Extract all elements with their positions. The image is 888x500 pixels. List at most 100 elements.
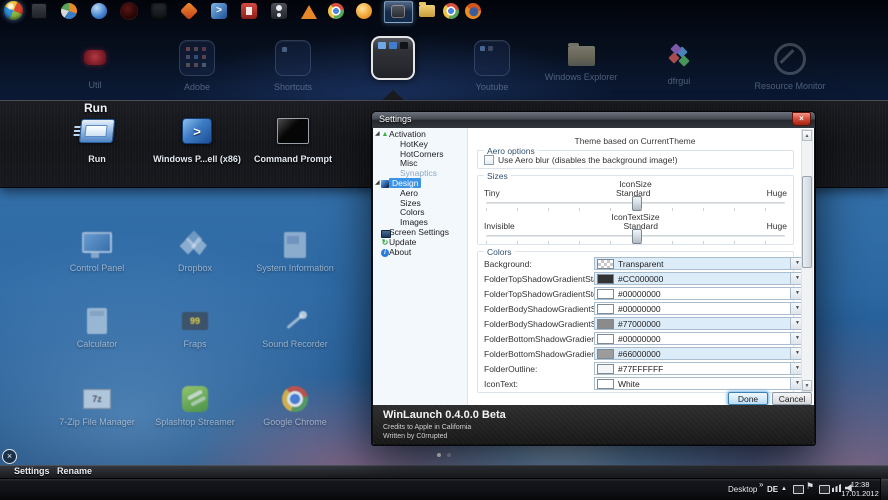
folder-top-shadow-start-combobox[interactable]: #CC000000 ▼ <box>594 272 806 285</box>
tray-device-icon[interactable] <box>819 485 830 494</box>
folder-body-shadow-start-combobox[interactable]: #00000000 ▼ <box>594 302 806 315</box>
activation-icon: ▲ <box>381 131 389 138</box>
taskbar-icon-vlc[interactable] <box>301 5 317 19</box>
page-dot-active[interactable] <box>437 453 441 457</box>
author-line: Written by C0rrupted <box>383 433 448 440</box>
expander-icon[interactable]: ◢ <box>375 179 380 189</box>
folder-resource-monitor[interactable]: Resource Monitor <box>745 40 835 91</box>
folder-dfrgui[interactable]: dfrgui <box>634 40 724 86</box>
desktop-icon-7zip[interactable]: 7z 7-Zip File Manager <box>41 376 153 427</box>
taskbar-clock[interactable]: 12:38 17.01.2012 <box>838 480 882 498</box>
scroll-up-button[interactable]: ▲ <box>802 130 812 141</box>
folder-adobe[interactable]: Adobe <box>152 40 242 92</box>
tree-item-label: Aero <box>400 187 418 198</box>
launchpad-close-button[interactable]: × <box>2 449 17 464</box>
folder-label: Resource Monitor <box>754 81 826 91</box>
taskbar-icon-photoshop[interactable] <box>121 3 137 19</box>
color-swatch <box>597 288 614 299</box>
cancel-button[interactable]: Cancel <box>772 392 812 405</box>
scrollbar-thumb[interactable] <box>802 176 812 268</box>
folder-outline-combobox[interactable]: #77FFFFFF ▼ <box>594 362 806 375</box>
taskbar-icon-media-player[interactable] <box>61 3 77 19</box>
folder-run-selected[interactable] <box>348 36 438 80</box>
show-desktop-button[interactable] <box>880 478 888 500</box>
icon-size-slider[interactable] <box>486 196 785 211</box>
desktop-icon-splashtop[interactable]: Splashtop Streamer <box>139 376 251 427</box>
taskbar-icon-person-app[interactable] <box>271 3 287 19</box>
color-row-label: FolderTopShadowGradientStart: <box>484 274 606 284</box>
folder-bottom-shadow-start-combobox[interactable]: #00000000 ▼ <box>594 332 806 345</box>
settings-tree: ◢ ▲ Activation HotKey HotCorners Misc Sy… <box>373 128 468 405</box>
aero-blur-checkbox-label: Use Aero blur (disables the background i… <box>498 155 678 165</box>
clock-date: 17.01.2012 <box>841 489 879 498</box>
icon-text-color-combobox[interactable]: White ▼ <box>594 377 806 390</box>
taskbar-icon-explorer-folder[interactable] <box>419 2 435 17</box>
expander-icon[interactable]: ◢ <box>375 130 380 140</box>
toolbar-chevron-icon[interactable]: » <box>759 480 763 489</box>
tree-item-update[interactable]: ↻ Update <box>373 237 467 248</box>
tree-item-label: Activation <box>389 129 426 139</box>
desktop-icon-dropbox[interactable]: Dropbox <box>139 222 251 273</box>
tree-item-about[interactable]: i About <box>373 247 467 258</box>
taskbar-icon-swirl-app[interactable] <box>356 3 372 19</box>
desktop-icon-label: Google Chrome <box>263 417 327 427</box>
color-row-label: FolderBodyShadowGradientStop: <box>484 319 611 329</box>
taskbar-icon-firefox[interactable] <box>465 3 481 19</box>
folder-windows-explorer[interactable]: Windows Explorer <box>536 40 626 82</box>
color-value: White <box>618 378 640 389</box>
folder-util[interactable]: Util <box>50 40 140 90</box>
window-close-button[interactable]: × <box>792 112 811 126</box>
launchpad-rename-button[interactable]: Rename <box>57 466 92 476</box>
taskbar-icon-globe-browser[interactable] <box>91 3 107 19</box>
settings-titlebar[interactable]: Settings × <box>372 112 815 128</box>
taskbar-icon-chrome-alt[interactable] <box>443 3 459 19</box>
tray-display-icon[interactable] <box>793 485 804 494</box>
folder-shortcuts[interactable]: Shortcuts <box>248 40 338 92</box>
launchpad-settings-button[interactable]: Settings <box>14 466 50 476</box>
icon-text-size-slider[interactable] <box>486 229 785 244</box>
clock-time: 12:38 <box>850 480 870 489</box>
taskbar-icon-app-grid[interactable] <box>31 3 47 19</box>
desktop-icon-calculator[interactable]: Calculator <box>41 298 153 349</box>
folder-item-command-prompt[interactable]: Command Prompt <box>233 115 353 164</box>
folder-body-shadow-stop-combobox[interactable]: #77000000 ▼ <box>594 317 806 330</box>
splashtop-icon <box>182 386 208 412</box>
sound-recorder-icon <box>282 308 308 334</box>
tree-item-label: Sizes <box>400 197 421 208</box>
dfrgui-icon <box>666 43 692 70</box>
done-button[interactable]: Done <box>728 392 768 405</box>
page-dot[interactable] <box>447 453 451 457</box>
tree-item-design-selected[interactable]: ◢ Design <box>373 177 467 189</box>
tray-action-center-flag-icon[interactable]: ⚑ <box>806 481 814 492</box>
tree-item-hotcorners[interactable]: HotCorners <box>373 149 467 160</box>
hidden-icons-arrow[interactable]: ▲ <box>781 486 787 492</box>
folder-bottom-shadow-stop-combobox[interactable]: #66000000 ▼ <box>594 347 806 360</box>
taskbar-icon-chrome[interactable] <box>328 3 344 19</box>
color-swatch <box>597 363 614 374</box>
content-scrollbar[interactable]: ▲ ▼ <box>801 129 813 392</box>
taskbar-icon-powershell[interactable]: > <box>211 3 227 19</box>
folder-youtube[interactable]: Youtube <box>447 40 537 92</box>
tree-item-screen-settings[interactable]: Screen Settings <box>373 227 467 238</box>
folder-label: Util <box>88 80 102 90</box>
theme-header: Theme based on CurrentTheme <box>574 136 696 146</box>
desktop-icon-control-panel[interactable]: Control Panel <box>41 222 153 273</box>
folder-item-label: Command Prompt <box>253 154 332 164</box>
background-color-combobox[interactable]: Transparent ▼ <box>594 257 806 270</box>
color-swatch <box>597 303 614 314</box>
language-indicator[interactable]: DE <box>767 485 778 494</box>
taskbar-icon-sk-app[interactable] <box>151 3 167 19</box>
desktop-toolbar-label[interactable]: Desktop <box>728 485 757 494</box>
resource-monitor-icon <box>774 43 806 75</box>
desktop-icon-system-information[interactable]: System Information <box>239 222 351 273</box>
taskbar-icon-winlaunch-active[interactable] <box>384 1 413 23</box>
desktop-icon-sound-recorder[interactable]: Sound Recorder <box>239 298 351 349</box>
taskbar-icon-youtube-app[interactable] <box>241 3 257 19</box>
start-button[interactable] <box>4 1 23 20</box>
aero-blur-checkbox[interactable] <box>484 155 494 165</box>
colors-group: Colors Background: Transparent ▼ FolderT… <box>477 247 806 393</box>
scroll-down-button[interactable]: ▼ <box>802 380 812 391</box>
desktop-icon-google-chrome[interactable]: Google Chrome <box>239 376 351 427</box>
folder-top-shadow-stop-combobox[interactable]: #00000000 ▼ <box>594 287 806 300</box>
desktop-icon-fraps[interactable]: 99 Fraps <box>139 298 251 349</box>
